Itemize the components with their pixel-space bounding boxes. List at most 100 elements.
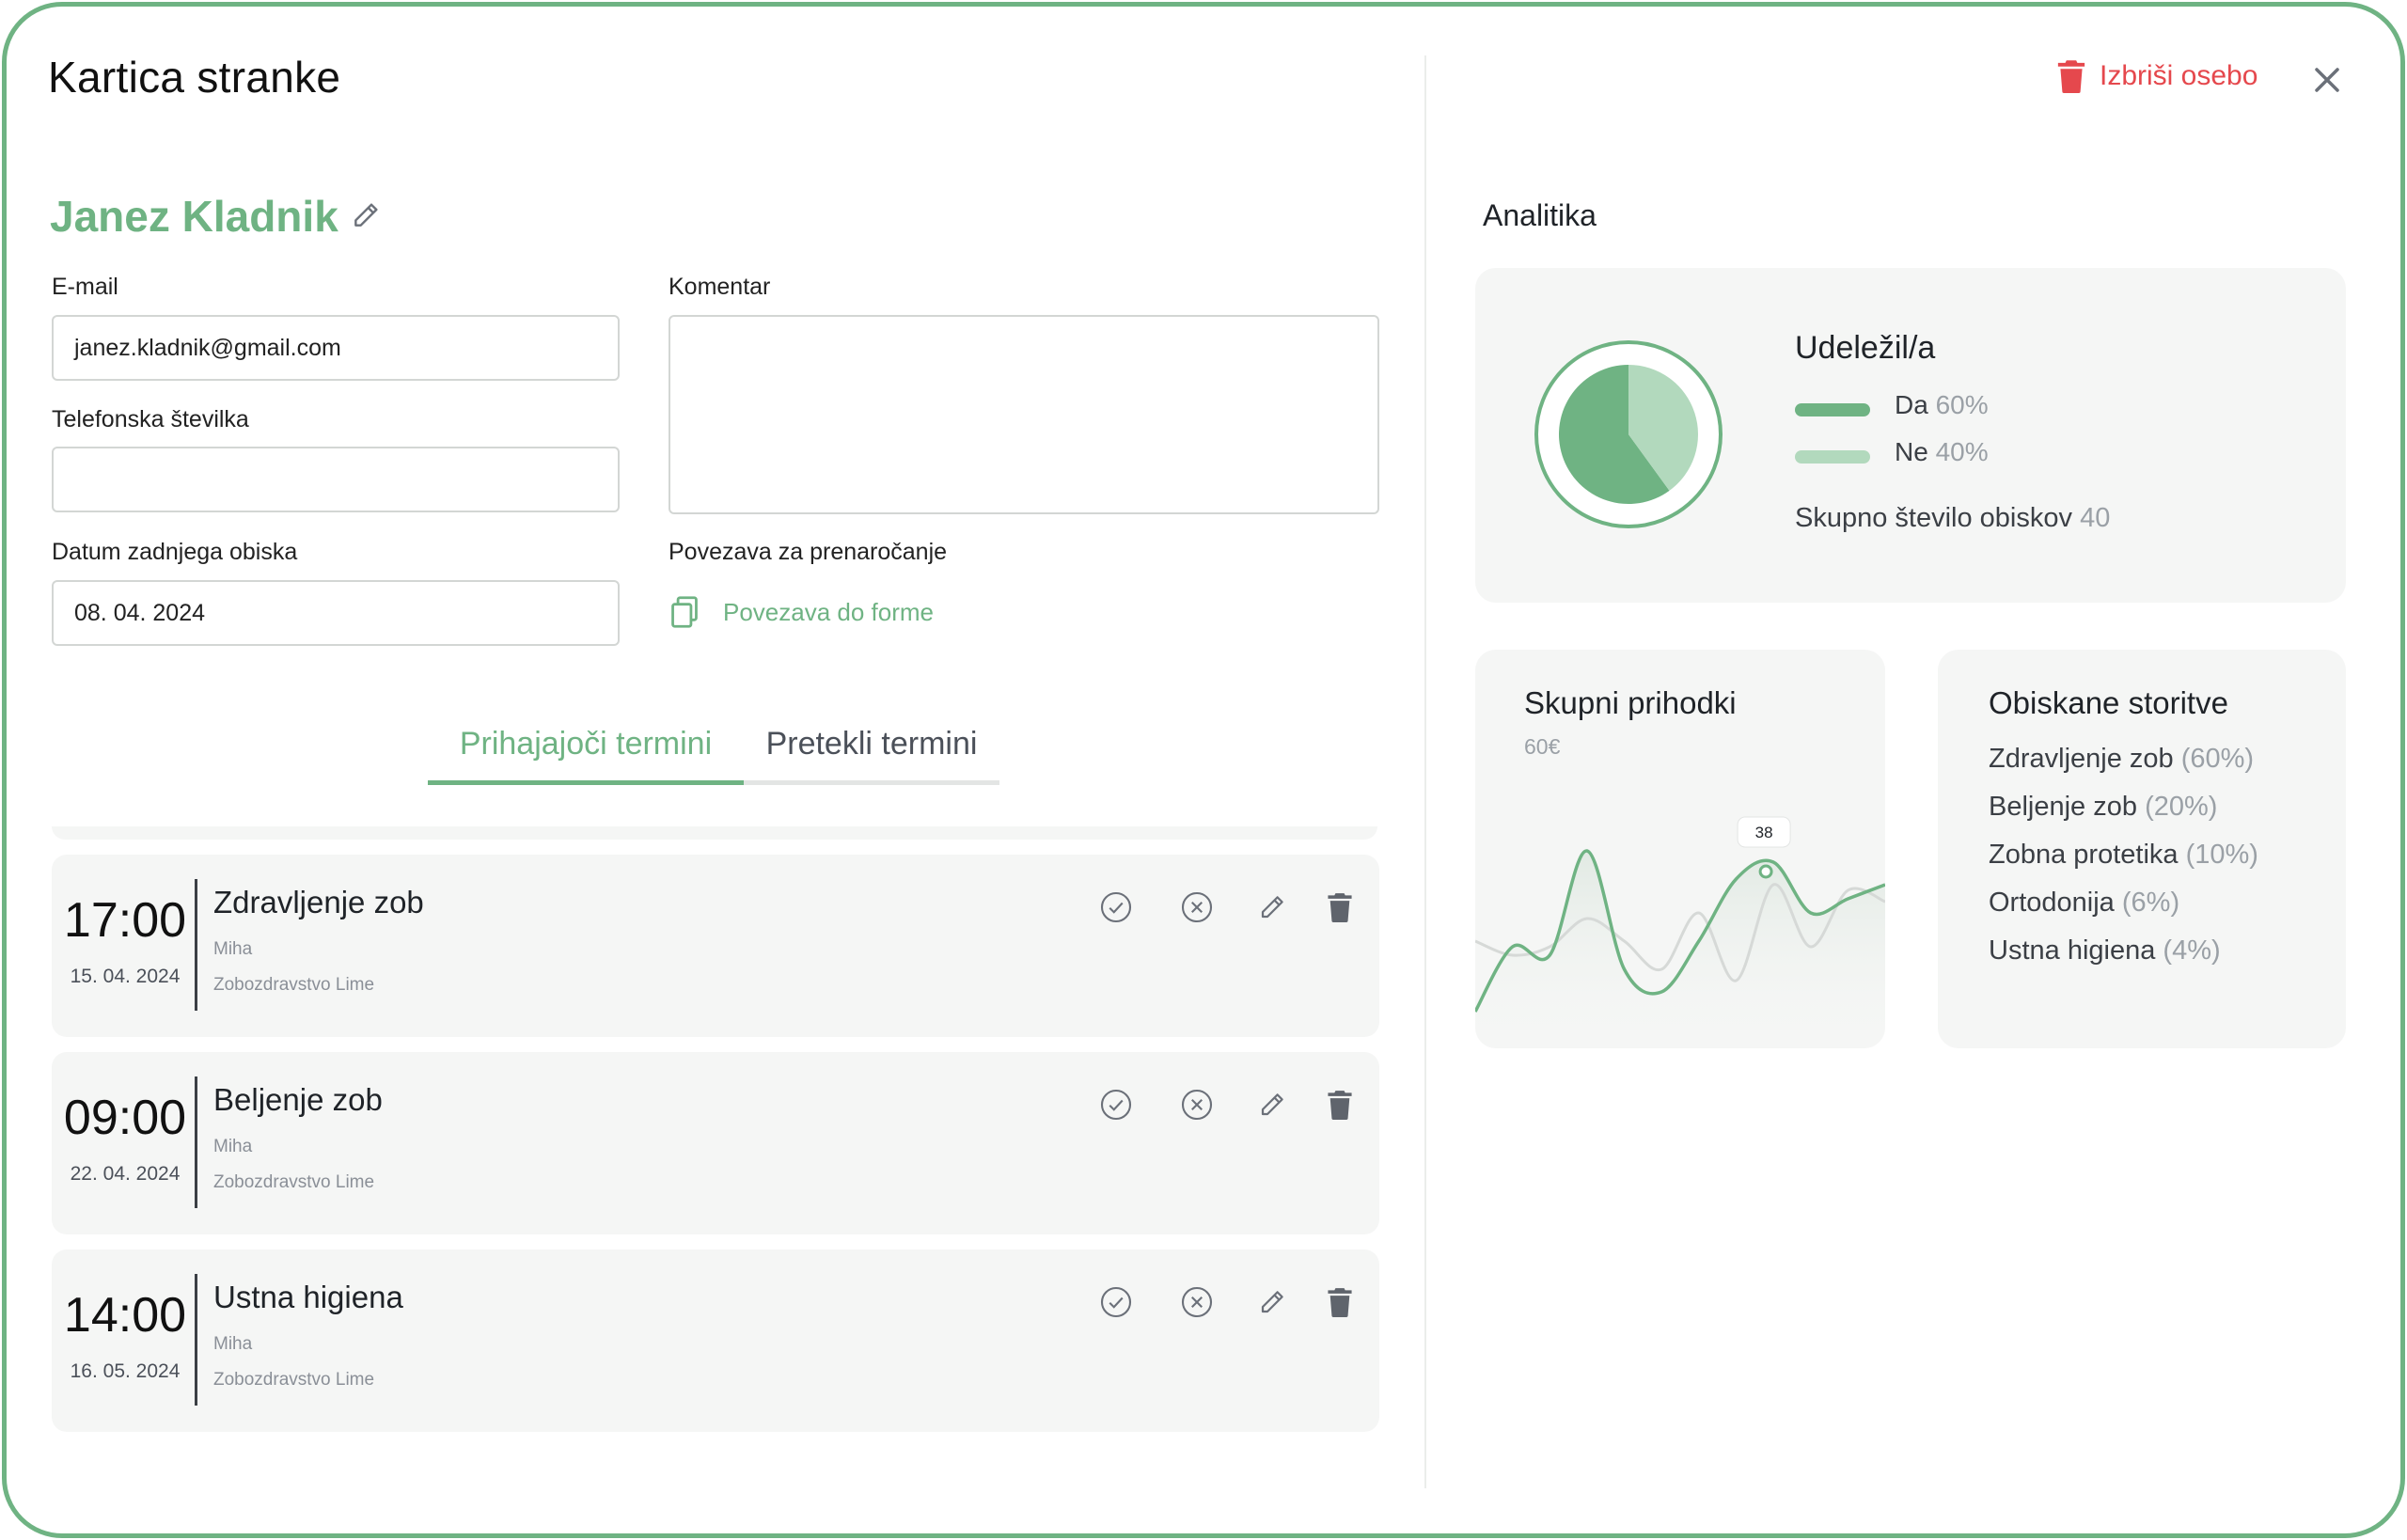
delete-appointment-button[interactable] (1321, 888, 1359, 926)
edit-name-button[interactable] (351, 200, 381, 230)
revenue-line-chart: 38 (1475, 816, 1885, 1048)
attendance-title: Udeležil/a (1795, 330, 1936, 366)
trash-icon (1328, 1091, 1352, 1120)
legend-swatch-no (1795, 450, 1870, 464)
appointment-card[interactable]: 09:00 22. 04. 2024 Beljenje zob Miha Zob… (52, 1052, 1379, 1234)
cancel-appointment-button[interactable] (1178, 1283, 1216, 1321)
appointment-staff: Miha (213, 939, 253, 959)
delete-person-button[interactable]: Izbriši osebo (2056, 59, 2258, 93)
appointment-separator (195, 1274, 197, 1406)
attendance-pie-chart (1534, 340, 1723, 528)
service-item: Beljenje zob (20%) (1989, 792, 2217, 823)
appointment-separator (195, 879, 197, 1011)
edit-appointment-button[interactable] (1253, 1283, 1291, 1321)
tab-past[interactable]: Pretekli termini (744, 706, 999, 781)
service-name: Ustna higiena (1989, 935, 2156, 966)
service-share: (6%) (2121, 888, 2180, 918)
edit-appointment-button[interactable] (1253, 1086, 1291, 1124)
delete-person-label: Izbriši osebo (2100, 60, 2258, 91)
column-divider (1424, 55, 1426, 1488)
revenue-area (1475, 850, 1885, 1048)
x-circle-icon (1181, 1089, 1213, 1121)
service-item: Zobna protetika (10%) (1989, 840, 2258, 871)
legend-no-label: Ne (1895, 437, 1928, 466)
service-name: Beljenje zob (1989, 792, 2137, 822)
trash-icon (1328, 1288, 1352, 1317)
trash-icon (1328, 893, 1352, 922)
email-label: E-mail (52, 274, 118, 300)
service-item: Ustna higiena (4%) (1989, 935, 2221, 966)
services-card: Obiskane storitve Zdravljenje zob (60%) … (1938, 650, 2346, 1048)
attendance-card: Udeležil/a Da 60% Ne 40% Skupno število … (1475, 268, 2346, 603)
appointment-service: Beljenje zob (213, 1082, 383, 1117)
confirm-appointment-button[interactable] (1097, 888, 1135, 926)
pencil-icon (1261, 1291, 1283, 1313)
appointment-separator (195, 1076, 197, 1208)
phone-label: Telefonska številka (52, 406, 249, 432)
rebooking-label: Povezava za prenaročanje (669, 539, 948, 565)
copy-icon (671, 596, 698, 628)
legend-no-value: 40% (1935, 437, 1989, 466)
close-button[interactable] (2306, 59, 2348, 101)
legend-swatch-yes (1795, 403, 1870, 416)
pencil-icon (354, 203, 378, 227)
appointment-staff: Miha (213, 1334, 253, 1354)
appointment-time: 17:00 (63, 893, 187, 948)
service-name: Zdravljenje zob (1989, 744, 2174, 774)
client-card-modal: Kartica stranke Izbriši osebo Janez Klad… (2, 2, 2405, 1538)
last-visit-field[interactable]: 08. 04. 2024 (52, 580, 620, 646)
comment-label: Komentar (669, 274, 771, 300)
rebooking-link-label: Povezava do forme (723, 597, 935, 626)
appointment-tabs: Prihajajoči termini Pretekli termini (428, 706, 999, 785)
analytics-title: Analitika (1483, 198, 1597, 232)
legend-yes-label: Da (1895, 390, 1928, 419)
confirm-appointment-button[interactable] (1097, 1283, 1135, 1321)
service-share: (10%) (2185, 840, 2258, 870)
cancel-appointment-button[interactable] (1178, 1086, 1216, 1124)
confirm-appointment-button[interactable] (1097, 1086, 1135, 1124)
appointment-location: Zobozdravstvo Lime (213, 1172, 375, 1192)
comment-field[interactable] (669, 315, 1379, 514)
rebooking-link[interactable]: Povezava do forme (669, 595, 934, 629)
edit-appointment-button[interactable] (1253, 888, 1291, 926)
delete-appointment-button[interactable] (1321, 1086, 1359, 1124)
delete-appointment-button[interactable] (1321, 1283, 1359, 1321)
revenue-title: Skupni prihodki (1524, 685, 1737, 720)
appointment-service: Ustna higiena (213, 1280, 403, 1314)
legend-yes: Da 60% (1895, 390, 1989, 420)
x-circle-icon (1181, 1286, 1213, 1318)
modal-title: Kartica stranke (48, 53, 341, 102)
revenue-tooltip-label: 38 (1755, 824, 1773, 841)
revenue-highlight-point (1758, 864, 1773, 879)
cancel-appointment-button[interactable] (1178, 888, 1216, 926)
tab-upcoming[interactable]: Prihajajoči termini (428, 706, 744, 781)
appointment-card[interactable]: 14:00 16. 05. 2024 Ustna higiena Miha Zo… (52, 1249, 1379, 1432)
legend-yes-value: 60% (1935, 390, 1989, 419)
appointment-location: Zobozdravstvo Lime (213, 975, 375, 995)
revenue-card: Skupni prihodki 60€ 38 (1475, 650, 1885, 1048)
appointment-location: Zobozdravstvo Lime (213, 1370, 375, 1390)
pencil-icon (1261, 1093, 1283, 1116)
service-name: Zobna protetika (1989, 840, 2179, 870)
appointment-time: 09:00 (63, 1091, 187, 1145)
check-circle-icon (1100, 891, 1132, 923)
phone-field[interactable] (52, 447, 620, 512)
appointment-card[interactable]: 17:00 15. 04. 2024 Zdravljenje zob Miha … (52, 855, 1379, 1037)
tab-active-indicator (428, 780, 744, 785)
total-visits-label: Skupno število obiskov (1795, 503, 2072, 533)
appointment-date: 22. 04. 2024 (70, 1163, 181, 1185)
service-share: (4%) (2163, 935, 2221, 966)
list-scroll-edge (52, 826, 1377, 840)
service-share: (20%) (2145, 792, 2218, 822)
appointment-time: 14:00 (63, 1288, 187, 1343)
pencil-icon (1261, 896, 1283, 919)
x-circle-icon (1181, 891, 1213, 923)
appointment-date: 15. 04. 2024 (70, 966, 181, 987)
appointment-service: Zdravljenje zob (213, 885, 424, 919)
revenue-value: 60€ (1524, 734, 1561, 759)
email-field[interactable]: janez.kladnik@gmail.com (52, 315, 620, 381)
legend-no: Ne 40% (1895, 437, 1989, 467)
revenue-tooltip: 38 (1737, 816, 1791, 848)
check-circle-icon (1100, 1089, 1132, 1121)
trash-icon (2057, 60, 2085, 93)
